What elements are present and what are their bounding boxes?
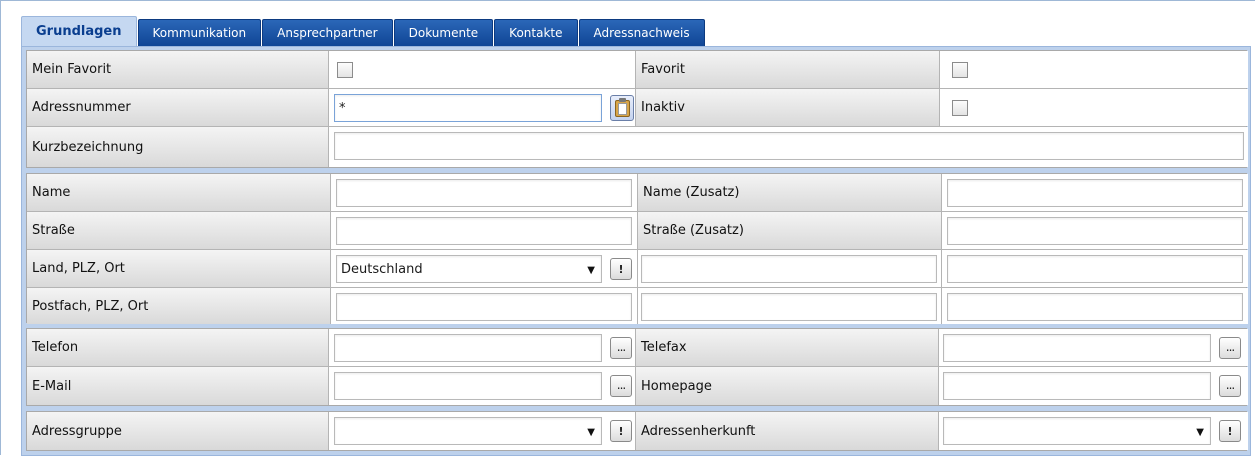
dropdown-arrow-icon: ▼ (587, 427, 595, 438)
plz-input[interactable] (641, 255, 937, 283)
favorit-checkbox[interactable] (952, 62, 968, 78)
adressnummer-input[interactable]: * (334, 94, 602, 122)
mein-favorit-label: Mein Favorit (27, 51, 329, 88)
ellipsis-icon[interactable]: ... (610, 375, 632, 397)
telefax-input[interactable] (943, 334, 1211, 362)
tab-kommunikation[interactable]: Kommunikation (137, 19, 262, 46)
email-label: E-Mail (27, 367, 329, 405)
kurzbezeichnung-input[interactable] (334, 132, 1244, 160)
tab-dokumente[interactable]: Dokumente (393, 19, 494, 46)
name-label: Name (27, 174, 331, 211)
strasse-zusatz-label: Straße (Zusatz) (638, 212, 942, 249)
favorit-label: Favorit (636, 51, 940, 88)
dropdown-arrow-icon: ▼ (587, 265, 595, 276)
postfach-label: Postfach, PLZ, Ort (27, 288, 331, 324)
homepage-input[interactable] (943, 372, 1211, 400)
land-select[interactable]: Deutschland ▼ (336, 255, 602, 283)
adressenherkunft-select[interactable]: ▼ (943, 417, 1211, 445)
postfach-input[interactable] (336, 293, 632, 321)
land-plz-ort-label: Land, PLZ, Ort (27, 250, 331, 287)
row-postfach: Postfach, PLZ, Ort (27, 288, 1248, 324)
postfach-plz-input[interactable] (641, 293, 937, 321)
row-telefon: Telefon ... Telefax ... (27, 329, 1248, 367)
row-favorit: Mein Favorit Favorit (27, 51, 1248, 89)
section-address: Name Name (Zusatz) Straße Straße (Zusatz… (26, 173, 1248, 324)
name-zusatz-input[interactable] (947, 179, 1243, 207)
ellipsis-icon[interactable]: ... (610, 337, 632, 359)
telefax-label: Telefax (636, 329, 939, 366)
window-frame: Grundlagen Kommunikation Ansprechpartner… (0, 0, 1255, 456)
dropdown-arrow-icon: ▼ (1196, 427, 1204, 438)
section-general: Mein Favorit Favorit Adressnummer * Inak… (26, 50, 1248, 168)
kurzbezeichnung-label: Kurzbezeichnung (27, 127, 329, 167)
land-select-value: Deutschland (341, 261, 423, 277)
row-strasse: Straße Straße (Zusatz) (27, 212, 1248, 250)
tab-grundlagen[interactable]: Grundlagen (21, 16, 137, 46)
tab-kontakte[interactable]: Kontakte (494, 19, 578, 46)
ellipsis-icon[interactable]: ... (1219, 337, 1241, 359)
email-input[interactable] (334, 372, 602, 400)
strasse-label: Straße (27, 212, 331, 249)
row-adressnummer: Adressnummer * Inaktiv (27, 89, 1248, 127)
ellipsis-icon[interactable]: ... (1219, 375, 1241, 397)
telefon-label: Telefon (27, 329, 329, 366)
strasse-zusatz-input[interactable] (947, 217, 1243, 245)
telefon-input[interactable] (334, 334, 602, 362)
exclamation-icon[interactable]: ! (1219, 420, 1241, 442)
tab-bar: Grundlagen Kommunikation Ansprechpartner… (21, 16, 706, 46)
row-adressgruppe: Adressgruppe ▼ ! Adressenherkunft ▼ ! (27, 412, 1248, 450)
clipboard-icon[interactable] (610, 95, 634, 121)
section-communication: Telefon ... Telefax ... E-Mail ... Homep… (26, 328, 1248, 406)
row-land-plz-ort: Land, PLZ, Ort Deutschland ▼ ! (27, 250, 1248, 288)
homepage-label: Homepage (636, 367, 939, 405)
adressenherkunft-label: Adressenherkunft (636, 412, 939, 450)
inaktiv-checkbox[interactable] (952, 100, 968, 116)
adressgruppe-label: Adressgruppe (27, 412, 329, 450)
tab-adressnachweis[interactable]: Adressnachweis (578, 19, 705, 46)
tab-ansprechpartner[interactable]: Ansprechpartner (262, 19, 393, 46)
adressnummer-label: Adressnummer (27, 89, 329, 126)
mein-favorit-checkbox[interactable] (337, 62, 353, 78)
inaktiv-label: Inaktiv (636, 89, 940, 126)
exclamation-icon[interactable]: ! (610, 258, 632, 280)
exclamation-icon[interactable]: ! (610, 420, 632, 442)
postfach-ort-input[interactable] (947, 293, 1243, 321)
name-input[interactable] (336, 179, 632, 207)
ort-input[interactable] (947, 255, 1243, 283)
row-kurzbezeichnung: Kurzbezeichnung (27, 127, 1248, 167)
row-email: E-Mail ... Homepage ... (27, 367, 1248, 405)
adressgruppe-select[interactable]: ▼ (334, 417, 602, 445)
name-zusatz-label: Name (Zusatz) (638, 174, 942, 211)
tab-panel: Mein Favorit Favorit Adressnummer * Inak… (21, 46, 1251, 456)
section-classification: Adressgruppe ▼ ! Adressenherkunft ▼ ! (26, 411, 1248, 451)
row-name: Name Name (Zusatz) (27, 174, 1248, 212)
strasse-input[interactable] (336, 217, 632, 245)
